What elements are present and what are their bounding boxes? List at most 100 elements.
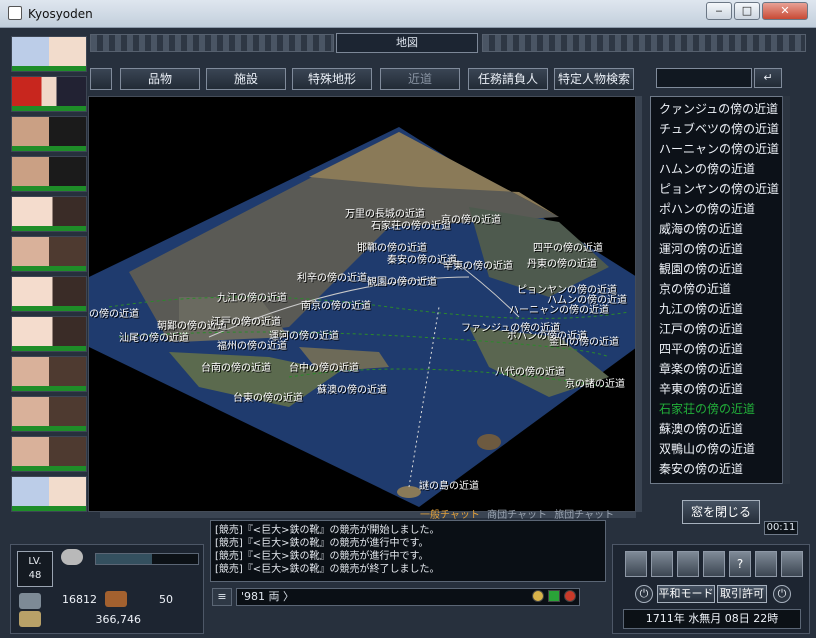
shortcut-list-item[interactable]: ポハンの傍の近道 (659, 199, 755, 219)
shortcut-list-item[interactable]: 双鴨山の傍の近道 (659, 439, 755, 459)
chat-line: [競売]『<巨大>鉄の靴』の競売が進行中です。 (215, 538, 429, 549)
power-icon[interactable]: ⏻ (635, 585, 653, 603)
search-input[interactable] (656, 68, 752, 88)
shortcut-list-item[interactable]: 秦安の傍の近道 (659, 459, 743, 479)
map-shortcut-label[interactable]: 謎の島の近道 (419, 477, 479, 492)
map-shortcut-label[interactable]: 江戸の傍の近道 (211, 313, 281, 328)
party-portrait[interactable] (11, 396, 87, 432)
party-portrait[interactable] (11, 436, 87, 472)
party-portrait[interactable] (11, 316, 87, 352)
map-shortcut-label[interactable]: 京の諸の近道 (565, 375, 625, 390)
map-shortcut-label[interactable]: 南京の傍の近道 (301, 297, 371, 312)
close-window-button[interactable]: 窓を閉じる (682, 500, 760, 524)
feather-icon[interactable] (703, 551, 725, 577)
category-facilities-button[interactable]: 施設 (206, 68, 286, 90)
shortcut-list-item[interactable]: 九江の傍の近道 (659, 299, 743, 319)
map-shortcut-label[interactable]: 福州の傍の近道 (217, 337, 287, 352)
map-shortcut-label[interactable]: 汕尾の傍の近道 (119, 329, 189, 344)
sword-icon[interactable] (651, 551, 673, 577)
shortcut-list-item[interactable]: 江戸の傍の近道 (659, 319, 743, 339)
category-person-search-button[interactable]: 特定人物検索 (554, 68, 634, 90)
party-icon[interactable] (755, 551, 777, 577)
money-value: 366,746 (95, 613, 142, 626)
party-portrait[interactable] (11, 36, 87, 72)
map-shortcut-label[interactable]: 京の傍の近道 (441, 211, 501, 226)
party-portrait[interactable] (11, 236, 87, 272)
gold-value: 16812 (62, 593, 97, 606)
command-panel: ? ⏻ 平和モード 取引許可 ⏻ 1711年 水無月 08日 22時 (612, 544, 810, 634)
map-shortcut-label[interactable]: 台中の傍の近道 (289, 359, 359, 374)
map-shortcut-label[interactable]: 観園の傍の近道 (367, 273, 437, 288)
shortcut-list-item-selected[interactable]: 石家荘の傍の近道 (659, 399, 755, 419)
map-vertical-scrollbar[interactable] (636, 96, 642, 512)
close-button[interactable]: ✕ (762, 2, 808, 20)
help-icon[interactable]: ? (729, 551, 751, 577)
timer-display: 00:11 (764, 521, 798, 535)
hamburger-icon[interactable]: ≡ (212, 588, 232, 606)
shortcut-list-item[interactable]: 四平の傍の近道 (659, 339, 743, 359)
map-shortcut-label[interactable]: の傍の近道 (89, 305, 139, 320)
item-count-value: 50 (159, 593, 173, 606)
map-shortcut-label[interactable]: ハーニャンの傍の近道 (509, 301, 609, 316)
bowl-icon (61, 549, 83, 565)
party-portrait[interactable] (11, 476, 87, 512)
shortcut-list-item[interactable]: チュブベツの傍の近道 (659, 119, 779, 139)
peace-mode-button[interactable]: 平和モード (657, 585, 715, 603)
map-shortcut-label[interactable]: 釜山の傍の近道 (549, 333, 619, 348)
hp-bar (12, 386, 86, 391)
map-shortcut-label[interactable]: 九江の傍の近道 (217, 289, 287, 304)
category-items-button[interactable]: 品物 (120, 68, 200, 90)
party-portrait[interactable] (11, 156, 87, 192)
map-shortcut-label[interactable]: 石家荘の傍の近道 (371, 217, 451, 232)
map-shortcut-label[interactable]: 蘇澳の傍の近道 (317, 381, 387, 396)
play-icon[interactable] (548, 590, 560, 602)
maximize-button[interactable]: □ (734, 2, 760, 20)
shortcut-list-scrollbar[interactable] (782, 96, 790, 484)
map-shortcut-label[interactable]: 利辛の傍の近道 (297, 269, 367, 284)
party-portrait[interactable] (11, 276, 87, 312)
phone-icon[interactable] (781, 551, 803, 577)
window-title: Kyosyoden (28, 7, 93, 21)
backpack-icon[interactable] (625, 551, 647, 577)
experience-bar (95, 553, 199, 565)
chat-tabs: 一般チャット 商団チャット 旅団チャット (420, 506, 618, 521)
header-ornament-left (90, 34, 334, 52)
category-button-partial[interactable] (90, 68, 112, 90)
shortcut-list[interactable]: クァンジュの傍の近道 チュブベツの傍の近道 ハーニャンの傍の近道 ハムンの傍の近… (650, 96, 790, 484)
shortcut-list-item[interactable]: 蘇澳の傍の近道 (659, 419, 743, 439)
power-icon[interactable]: ⏻ (773, 585, 791, 603)
shortcut-list-item[interactable]: クァンジュの傍の近道 (659, 99, 778, 119)
map-shortcut-label[interactable]: 台東の傍の近道 (233, 389, 303, 404)
game-frame: 地図 品物 施設 特殊地形 近道 任務請負人 特定人物検索 ↵ ⊗ + − (0, 28, 816, 638)
minimize-button[interactable]: ‒ (706, 2, 732, 20)
party-portrait[interactable] (11, 356, 87, 392)
emote-icon[interactable] (532, 590, 544, 602)
category-shortcut-button[interactable]: 近道 (380, 68, 460, 90)
shortcut-list-item[interactable]: 観園の傍の近道 (659, 259, 743, 279)
map-shortcut-label[interactable]: 八代の傍の近道 (495, 363, 565, 378)
shortcut-list-item[interactable]: 辛東の傍の近道 (659, 379, 743, 399)
party-portrait[interactable] (11, 196, 87, 232)
enter-button[interactable]: ↵ (754, 68, 782, 88)
scroll-icon[interactable] (677, 551, 699, 577)
map-shortcut-label[interactable]: 四平の傍の近道 (533, 239, 603, 254)
shortcut-list-item[interactable]: 威海の傍の近道 (659, 219, 743, 239)
map-shortcut-label[interactable]: 丹東の傍の近道 (527, 255, 597, 270)
shortcut-list-item[interactable]: 京の傍の近道 (659, 279, 731, 299)
shortcut-list-item[interactable]: ハムンの傍の近道 (659, 159, 755, 179)
map-shortcut-label[interactable]: 辛東の傍の近道 (443, 257, 513, 272)
trade-permit-button[interactable]: 取引許可 (717, 585, 767, 603)
world-map[interactable]: 万里の長城の近道 石家荘の傍の近道 京の傍の近道 四平の傍の近道 邯鄲の傍の近道… (88, 96, 636, 512)
shortcut-list-item[interactable]: 運河の傍の近道 (659, 239, 743, 259)
shortcut-list-item[interactable]: ピョンヤンの傍の近道 (659, 179, 779, 199)
party-portrait[interactable] (11, 116, 87, 152)
party-portrait[interactable] (11, 76, 87, 112)
category-mission-button[interactable]: 任務請負人 (468, 68, 548, 90)
record-icon[interactable] (564, 590, 576, 602)
chat-input[interactable]: '981 両 〉 (236, 588, 580, 606)
header-ornament-right (482, 34, 806, 52)
shortcut-list-item[interactable]: 章楽の傍の近道 (659, 359, 743, 379)
shortcut-list-item[interactable]: ハーニャンの傍の近道 (659, 139, 779, 159)
map-shortcut-label[interactable]: 台南の傍の近道 (201, 359, 271, 374)
category-terrain-button[interactable]: 特殊地形 (292, 68, 372, 90)
